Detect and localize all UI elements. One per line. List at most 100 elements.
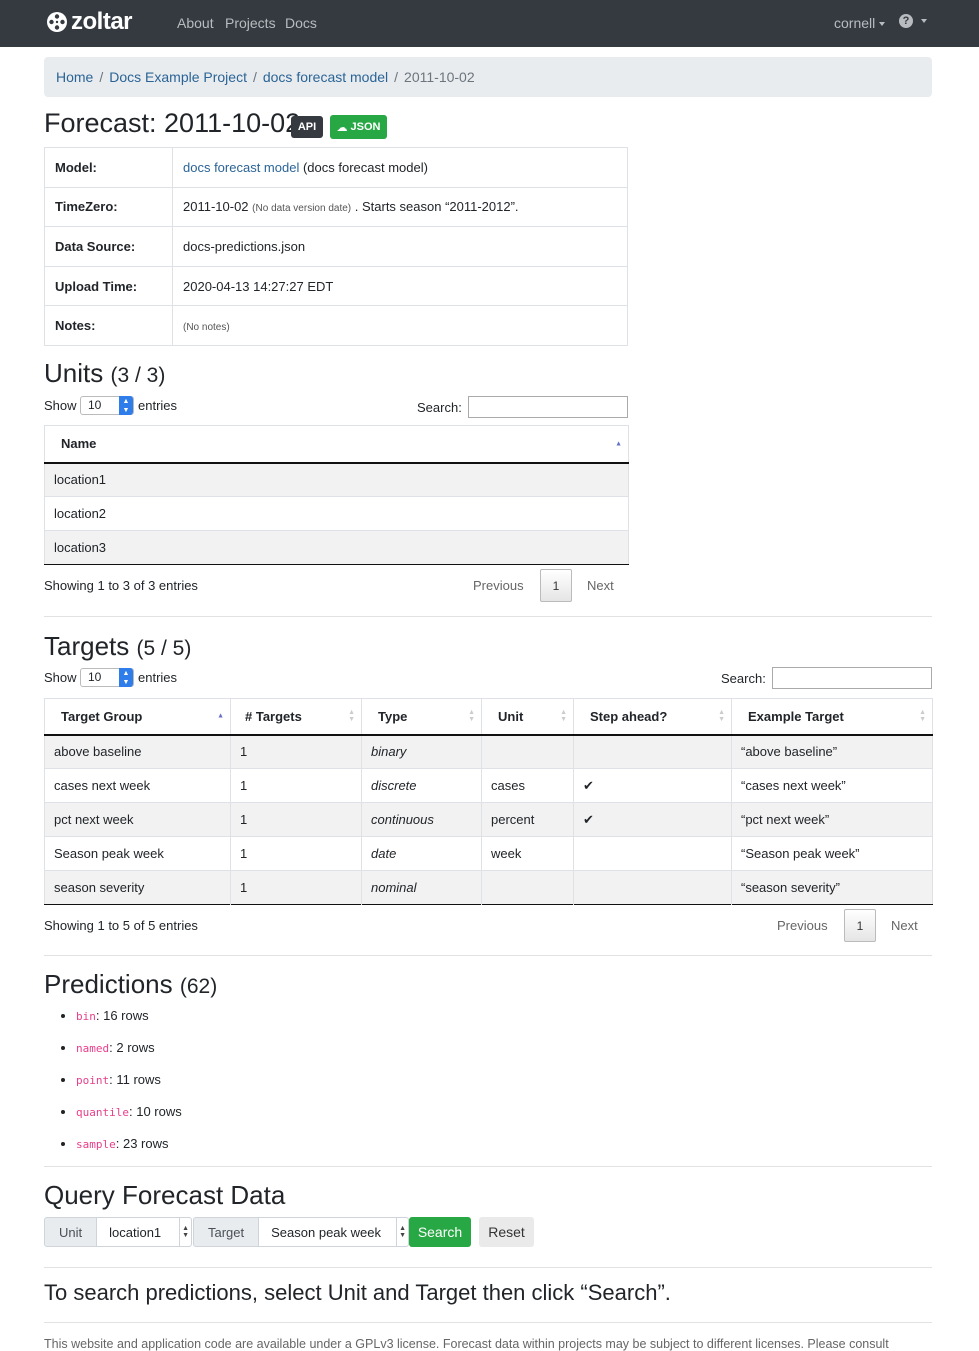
units-page-1-button[interactable]: 1 — [540, 569, 572, 602]
prediction-rows: : 2 rows — [109, 1040, 155, 1055]
units-page-length-select[interactable]: 10 ▲ ▼ — [80, 396, 134, 415]
info-value: (No notes) — [172, 305, 628, 346]
help-menu[interactable]: ? — [899, 14, 927, 28]
forecast-info-table: Model: docs forecast model (docs forecas… — [44, 147, 628, 346]
prediction-type: point — [76, 1074, 110, 1087]
predictions-count: (62) — [179, 975, 218, 998]
timezero-date: 2011-10-02 — [183, 199, 249, 215]
target-group: Season peak week — [44, 836, 231, 871]
example-target: “pct next week” — [731, 802, 933, 837]
column-label: Type — [378, 708, 408, 724]
target-unit: week — [481, 836, 574, 871]
nav-about[interactable]: About — [177, 15, 214, 31]
model-abbr: (docs forecast model) — [299, 159, 428, 175]
targets-prev-button[interactable]: Previous — [777, 918, 828, 933]
breadcrumb-project[interactable]: Docs Example Project — [109, 69, 247, 85]
prediction-rows: : 23 rows — [115, 1136, 169, 1151]
divider — [44, 955, 932, 956]
target-group: above baseline — [44, 734, 231, 769]
info-key: Data Source: — [44, 226, 173, 267]
list-item: named: 2 rows — [76, 1038, 182, 1070]
navbar: zoltar About Projects Docs cornell ? — [0, 0, 979, 47]
units-search-input[interactable] — [468, 396, 628, 418]
targets-page-length-select[interactable]: 10 ▲ ▼ — [80, 668, 134, 687]
select-arrows-icon: ▲ ▼ — [119, 396, 133, 415]
example-target: “Season peak week” — [731, 836, 933, 871]
targets-next-button[interactable]: Next — [891, 918, 918, 933]
units-heading: Units (3 / 3) — [44, 358, 165, 389]
column-header-example-target[interactable]: Example Target ▲ ▼ — [731, 698, 933, 736]
info-row-timezero: TimeZero: 2011-10-02 (No data version da… — [44, 186, 628, 228]
reset-button[interactable]: Reset — [479, 1217, 534, 1247]
target-unit: cases — [481, 768, 574, 803]
table-row: cases next week 1 discrete cases ✔ “case… — [44, 768, 933, 803]
target-group: season severity — [44, 870, 231, 905]
column-header-unit[interactable]: Unit ▲ ▼ — [481, 698, 574, 736]
list-item: quantile: 10 rows — [76, 1102, 182, 1134]
units-show-label: Show — [44, 398, 77, 413]
query-heading: Query Forecast Data — [44, 1180, 286, 1210]
prediction-rows: : 16 rows — [95, 1008, 149, 1023]
target-type: continuous — [361, 802, 482, 837]
search-button[interactable]: Search — [409, 1217, 471, 1247]
prediction-type: sample — [76, 1138, 116, 1151]
target-select-value: Season peak week — [271, 1224, 381, 1240]
targets-entries-label: entries — [138, 670, 178, 685]
target-group: cases next week — [44, 768, 231, 803]
user-menu[interactable]: cornell — [834, 15, 886, 31]
target-input-group: Target Season peak week ▲ ▼ — [193, 1217, 410, 1247]
column-label: # Targets — [245, 708, 302, 724]
info-key: Model: — [44, 147, 173, 188]
target-type: binary — [361, 734, 482, 769]
target-count: 1 — [230, 870, 362, 905]
breadcrumb-home[interactable]: Home — [56, 69, 93, 85]
info-value: 2011-10-02 (No data version date) . Star… — [172, 186, 628, 228]
question-icon: ? — [899, 14, 913, 28]
column-header-num-targets[interactable]: # Targets ▲ ▼ — [230, 698, 362, 736]
select-arrows-icon: ▲ ▼ — [396, 1218, 408, 1246]
checkmark-icon: ✔ — [573, 768, 732, 803]
target-type: nominal — [361, 870, 482, 905]
model-link[interactable]: docs forecast model — [183, 160, 299, 175]
unit-select[interactable]: location1 ▲ ▼ — [97, 1217, 193, 1247]
info-value: docs-predictions.json — [172, 226, 628, 267]
example-target: “season severity” — [731, 870, 933, 905]
prediction-rows: : 10 rows — [128, 1104, 182, 1119]
sort-both-icon: ▲ ▼ — [468, 709, 475, 724]
sort-both-icon: ▲ ▼ — [718, 709, 725, 724]
targets-page-length-value: 10 — [88, 670, 102, 684]
breadcrumb-model[interactable]: docs forecast model — [263, 69, 388, 85]
select-arrows-icon: ▲ ▼ — [179, 1218, 191, 1246]
api-button[interactable]: API — [291, 116, 323, 138]
targets-count: (5 / 5) — [136, 637, 192, 660]
units-page-length-value: 10 — [88, 398, 102, 412]
target-unit — [481, 734, 574, 769]
sort-both-icon: ▲ ▼ — [919, 709, 926, 724]
units-prev-button[interactable]: Previous — [473, 578, 524, 593]
json-download-button[interactable]: ☁ JSON — [330, 115, 387, 139]
column-header-target-group[interactable]: Target Group ▲ — [44, 698, 231, 736]
targets-page-1-button[interactable]: 1 — [844, 909, 876, 942]
prediction-rows: : 11 rows — [109, 1072, 161, 1087]
info-row-notes: Notes: (No notes) — [44, 305, 628, 346]
targets-table-info: Showing 1 to 5 of 5 entries — [44, 918, 198, 933]
target-select[interactable]: Season peak week ▲ ▼ — [259, 1217, 410, 1247]
footer-license-text: This website and application code are av… — [44, 1337, 889, 1351]
targets-search-input[interactable] — [772, 667, 932, 689]
list-item: point: 11 rows — [76, 1070, 182, 1102]
column-header-name[interactable]: Name ▲ — [44, 425, 629, 464]
nav-docs[interactable]: Docs — [285, 15, 317, 31]
brand-logo[interactable]: zoltar — [46, 8, 133, 36]
divider — [44, 1322, 932, 1323]
user-name: cornell — [834, 15, 876, 31]
prediction-type: named — [76, 1042, 110, 1055]
column-header-step-ahead[interactable]: Step ahead? ▲ ▼ — [573, 698, 732, 736]
column-header-type[interactable]: Type ▲ ▼ — [361, 698, 482, 736]
units-title: Units — [44, 358, 104, 388]
select-arrows-icon: ▲ ▼ — [119, 668, 133, 687]
info-row-upload: Upload Time: 2020-04-13 14:27:27 EDT — [44, 265, 628, 307]
breadcrumb-current: 2011-10-02 — [404, 69, 475, 85]
nav-projects[interactable]: Projects — [225, 15, 276, 31]
table-row: pct next week 1 continuous percent ✔ “pc… — [44, 802, 933, 837]
units-next-button[interactable]: Next — [587, 578, 614, 593]
